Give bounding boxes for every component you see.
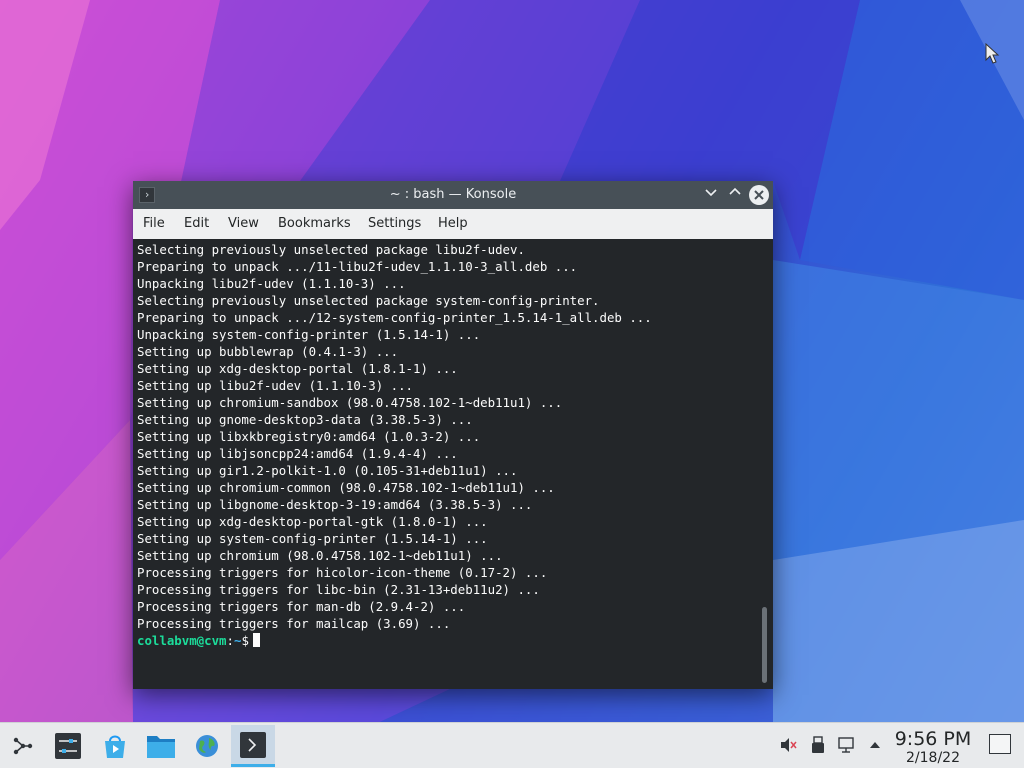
system-settings-button[interactable] — [53, 731, 83, 761]
terminal-line: Setting up gir1.2-polkit-1.0 (0.105-31+d… — [137, 463, 518, 478]
network-button[interactable] — [837, 735, 857, 755]
chevron-down-icon — [705, 189, 717, 197]
web-browser-button[interactable] — [192, 731, 222, 761]
menu-bookmarks[interactable]: Bookmarks — [278, 209, 351, 239]
tray-expand-icon — [870, 742, 880, 748]
menu-help[interactable]: Help — [438, 209, 468, 239]
konsole-task-button[interactable] — [231, 725, 275, 767]
terminal-prompt[interactable]: collabvm@cvm:~$ — [137, 632, 260, 649]
menu-view[interactable]: View — [228, 209, 259, 239]
terminal-line: Preparing to unpack .../12-system-config… — [137, 310, 652, 325]
terminal-line: Setting up chromium-sandbox (98.0.4758.1… — [137, 395, 563, 410]
clock-time[interactable]: 9:56 PM — [888, 728, 978, 750]
folder-icon — [147, 736, 175, 758]
prompt-separator: : — [226, 633, 234, 648]
mouse-pointer-icon — [985, 43, 1000, 64]
terminal-line: Setting up libxkbregistry0:amd64 (1.0.3-… — [137, 429, 481, 444]
menu-edit[interactable]: Edit — [184, 209, 209, 239]
window-title: ~ : bash — Konsole — [389, 187, 517, 202]
terminal-line: Processing triggers for mailcap (3.69) .… — [137, 616, 451, 631]
terminal-line: Setting up system-config-printer (1.5.14… — [137, 531, 488, 546]
terminal-line: Setting up bubblewrap (0.4.1-3) ... — [137, 344, 399, 359]
menubar: File Edit View Bookmarks Settings Help — [133, 209, 773, 239]
discover-button[interactable] — [100, 731, 130, 761]
terminal-line: Unpacking libu2f-udev (1.1.10-3) ... — [137, 276, 406, 291]
prompt-symbol: $ — [241, 633, 249, 648]
settings-sliders-icon — [55, 733, 81, 759]
terminal-line: Preparing to unpack .../11-libu2f-udev_1… — [137, 259, 578, 274]
terminal-line: Setting up gnome-desktop3-data (3.38.5-3… — [137, 412, 473, 427]
close-icon — [754, 190, 764, 200]
volume-muted-icon — [781, 738, 797, 752]
terminal-line: Processing triggers for hicolor-icon-the… — [137, 565, 548, 580]
terminal-line: Processing triggers for man-db (2.9.4-2)… — [137, 599, 466, 614]
window-titlebar[interactable]: › ~ : bash — Konsole — [133, 181, 773, 209]
minimize-button[interactable] — [701, 185, 721, 205]
volume-button[interactable] — [778, 735, 798, 755]
globe-icon — [196, 735, 218, 757]
kde-launcher-icon — [13, 737, 33, 755]
terminal-line: Setting up chromium (98.0.4758.102-1~deb… — [137, 548, 503, 563]
discover-store-icon — [105, 735, 125, 758]
terminal-scrollbar[interactable] — [759, 239, 773, 689]
prompt-user: collabvm@cvm — [137, 633, 227, 648]
maximize-button[interactable] — [725, 185, 745, 205]
usb-devices-button[interactable] — [808, 735, 828, 755]
menu-settings[interactable]: Settings — [368, 209, 421, 239]
terminal-line: Selecting previously unselected package … — [137, 293, 600, 308]
tray-expand-button[interactable] — [865, 735, 885, 755]
terminal-line: Setting up xdg-desktop-portal (1.8.1-1) … — [137, 361, 458, 376]
application-launcher-button[interactable] — [8, 731, 38, 761]
show-desktop-icon[interactable] — [989, 734, 1011, 754]
terminal-line: Setting up libgnome-desktop-3-19:amd64 (… — [137, 497, 533, 512]
terminal-icon — [240, 732, 266, 758]
terminal-line: Setting up chromium-common (98.0.4758.10… — [137, 480, 555, 495]
terminal-output[interactable]: Selecting previously unselected package … — [133, 239, 759, 689]
terminal-line: Setting up xdg-desktop-portal-gtk (1.8.0… — [137, 514, 488, 529]
terminal-line: Selecting previously unselected package … — [137, 242, 525, 257]
network-wired-icon — [838, 737, 854, 753]
terminal-line: Setting up libu2f-udev (1.1.10-3) ... — [137, 378, 414, 393]
scrollbar-thumb[interactable] — [762, 607, 767, 683]
terminal-line: Processing triggers for libc-bin (2.31-1… — [137, 582, 540, 597]
file-manager-button[interactable] — [146, 731, 176, 761]
text-cursor — [252, 633, 260, 647]
close-button[interactable] — [749, 185, 769, 205]
taskbar-panel: 9:56 PM 2/18/22 — [0, 722, 1024, 768]
chevron-up-icon — [729, 187, 741, 195]
usb-device-icon — [812, 736, 824, 753]
terminal-line: Setting up libjsoncpp24:amd64 (1.9.4-4) … — [137, 446, 458, 461]
clock-date[interactable]: 2/18/22 — [888, 750, 978, 766]
terminal-line: Unpacking system-config-printer (1.5.14-… — [137, 327, 481, 342]
menu-file[interactable]: File — [143, 209, 165, 239]
konsole-window[interactable]: › ~ : bash — Konsole File Edit View Book… — [133, 181, 773, 689]
